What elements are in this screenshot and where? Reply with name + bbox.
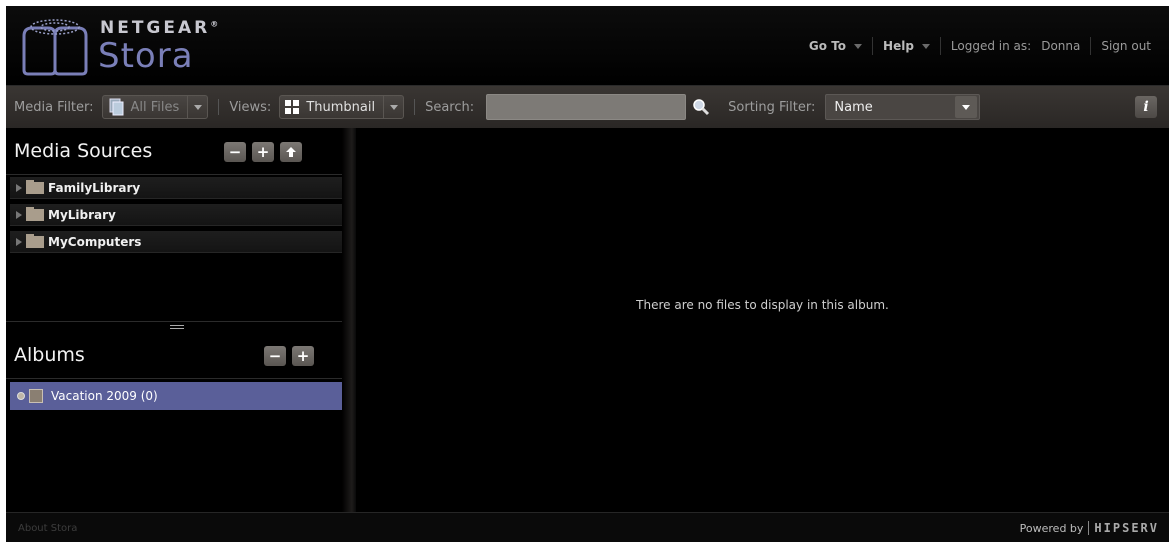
albums-title: Albums	[14, 344, 85, 366]
info-button[interactable]: i	[1135, 96, 1157, 118]
chevron-down-icon	[187, 96, 207, 118]
panel-divider	[6, 378, 342, 379]
powered-brand: HIPSERV	[1094, 521, 1159, 535]
search-icon	[693, 99, 710, 116]
app-window: NETGEAR® Stora Go To Help Logged in as: …	[6, 6, 1169, 542]
up-arrow-icon	[286, 147, 296, 157]
chevron-down-icon	[854, 43, 863, 49]
goto-menu[interactable]: Go To	[799, 37, 872, 55]
tree-item-familylibrary[interactable]: FamilyLibrary	[10, 177, 342, 199]
minus-icon: −	[268, 346, 282, 365]
tree-item-label: MyLibrary	[48, 207, 116, 222]
views-label: Views:	[229, 99, 272, 115]
plus-icon: +	[256, 142, 270, 161]
info-icon: i	[1143, 99, 1149, 115]
expand-arrow-icon[interactable]	[16, 183, 22, 192]
header: NETGEAR® Stora Go To Help Logged in as: …	[6, 6, 1169, 86]
about-link[interactable]: About Stora	[18, 523, 77, 534]
powered-divider	[1088, 521, 1090, 535]
albums-actions: − +	[264, 346, 314, 366]
plus-icon: +	[296, 346, 310, 365]
toolbar-divider	[414, 99, 416, 115]
tree-item-mycomputers[interactable]: MyComputers	[10, 231, 342, 253]
search-label: Search:	[425, 99, 475, 115]
album-thumb-icon	[29, 389, 43, 403]
chevron-down-icon	[955, 96, 978, 118]
powered-by: Powered by HIPSERV	[1020, 521, 1159, 535]
media-filter-value: All Files	[130, 99, 180, 115]
add-album-button[interactable]: +	[292, 346, 314, 366]
search-input[interactable]	[486, 94, 687, 120]
folder-icon	[26, 233, 44, 248]
add-source-button[interactable]: +	[252, 142, 274, 162]
views-dropdown[interactable]: Thumbnail	[279, 95, 405, 119]
stora-logo[interactable]: NETGEAR® Stora	[18, 16, 238, 78]
toolbar: Media Filter: All Files Views: Thumbnail…	[6, 86, 1169, 128]
panel-divider	[6, 321, 342, 322]
powered-label: Powered by	[1019, 521, 1084, 535]
radio-icon[interactable]	[17, 392, 25, 400]
username: Donna	[1041, 39, 1081, 53]
expand-arrow-icon[interactable]	[16, 237, 22, 246]
chevron-down-icon	[383, 96, 403, 118]
stora-logo-icon	[22, 19, 88, 76]
resize-grip-icon[interactable]	[170, 325, 184, 329]
help-menu[interactable]: Help	[873, 37, 940, 55]
product-name: Stora	[98, 36, 194, 76]
album-item-selected[interactable]: Vacation 2009 (0)	[10, 382, 344, 410]
sidebar-edge	[342, 128, 356, 512]
media-sources-actions: − +	[224, 142, 302, 162]
minus-icon: −	[228, 142, 242, 161]
goto-label: Go To	[808, 39, 847, 53]
media-filter-label: Media Filter:	[14, 99, 94, 115]
tree-item-label: MyComputers	[48, 234, 142, 249]
panel-divider	[6, 174, 342, 175]
chevron-down-icon	[921, 43, 930, 49]
folder-icon	[26, 206, 44, 221]
logged-in-label: Logged in as:	[950, 39, 1032, 53]
toolbar-divider	[218, 99, 220, 115]
upload-button[interactable]	[280, 142, 302, 162]
tree-item-label: FamilyLibrary	[48, 180, 141, 195]
media-filter-dropdown[interactable]: All Files	[101, 95, 209, 119]
footer: About Stora Powered by HIPSERV	[6, 512, 1169, 542]
remove-album-button[interactable]: −	[264, 346, 286, 366]
logged-in-info: Logged in as: Donna	[941, 37, 1090, 55]
grid-icon	[285, 100, 300, 114]
sidebar: Media Sources − + FamilyLibrary MyLibrar…	[6, 128, 352, 512]
sorting-filter-value: Name	[834, 99, 873, 115]
top-nav: Go To Help Logged in as: Donna Sign out	[799, 37, 1161, 55]
search-button[interactable]	[690, 96, 712, 118]
content-area: There are no files to display in this al…	[356, 128, 1169, 512]
views-value: Thumbnail	[306, 99, 376, 115]
sorting-filter-label: Sorting Filter:	[728, 99, 816, 115]
folder-icon	[26, 179, 44, 194]
empty-message: There are no files to display in this al…	[636, 298, 889, 312]
tree-item-mylibrary[interactable]: MyLibrary	[10, 204, 342, 226]
brand-name: NETGEAR®	[100, 18, 219, 38]
media-sources-title: Media Sources	[14, 140, 153, 162]
document-icon	[109, 98, 124, 116]
sign-out-link[interactable]: Sign out	[1091, 37, 1161, 55]
expand-arrow-icon[interactable]	[16, 210, 22, 219]
album-label: Vacation 2009 (0)	[51, 389, 158, 403]
sorting-filter-dropdown[interactable]: Name	[825, 94, 981, 120]
remove-source-button[interactable]: −	[224, 142, 246, 162]
help-label: Help	[883, 39, 914, 53]
